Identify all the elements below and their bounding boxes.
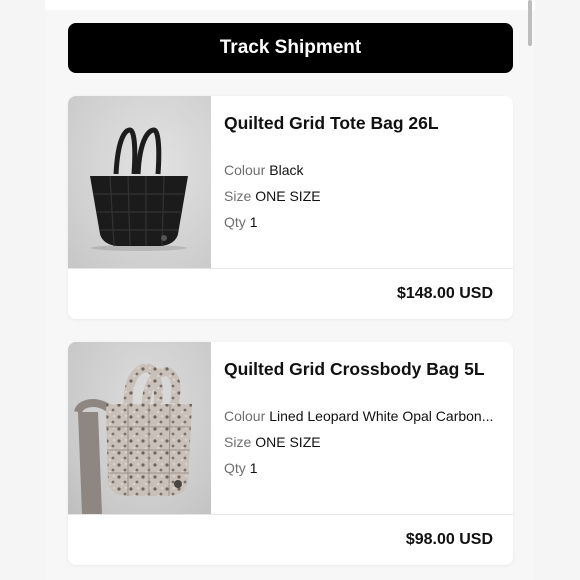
colour-label: Colour [224, 408, 266, 424]
crossbody-bag-image [74, 363, 192, 514]
product-image[interactable] [68, 96, 211, 268]
qty-row: Qty 1 [224, 214, 258, 230]
qty-row: Qty 1 [224, 460, 258, 476]
order-item-card[interactable]: Quilted Grid Tote Bag 26L Colour Black Si… [68, 96, 513, 319]
order-item-card[interactable]: Quilted Grid Crossbody Bag 5L Colour Line… [68, 342, 513, 565]
size-label: Size [224, 188, 252, 204]
panel-top-edge [45, 0, 535, 10]
track-shipment-button[interactable]: Track Shipment [68, 23, 513, 73]
size-label: Size [224, 434, 252, 450]
qty-label: Qty [224, 214, 246, 230]
qty-value: 1 [249, 460, 258, 476]
colour-label: Colour [224, 162, 266, 178]
colour-row: Colour Black [224, 162, 303, 178]
item-price: $148.00 USD [396, 285, 493, 302]
size-row: Size ONE SIZE [224, 188, 321, 204]
colour-value: Lined Leopard White Opal Carbon... [269, 408, 494, 424]
colour-row: Colour Lined Leopard White Opal Carbon... [224, 408, 493, 424]
qty-label: Qty [224, 460, 246, 476]
product-name[interactable]: Quilted Grid Crossbody Bag 5L [224, 359, 485, 380]
product-name[interactable]: Quilted Grid Tote Bag 26L [224, 113, 439, 134]
size-row: Size ONE SIZE [224, 434, 321, 450]
scrollbar[interactable] [528, 0, 532, 46]
size-value: ONE SIZE [255, 188, 321, 204]
qty-value: 1 [249, 214, 258, 230]
size-value: ONE SIZE [255, 434, 321, 450]
colour-value: Black [269, 162, 304, 178]
divider [68, 268, 513, 269]
divider [68, 514, 513, 515]
tote-bag-image [90, 127, 188, 251]
item-price: $98.00 USD [405, 531, 493, 548]
product-image[interactable] [68, 342, 211, 514]
